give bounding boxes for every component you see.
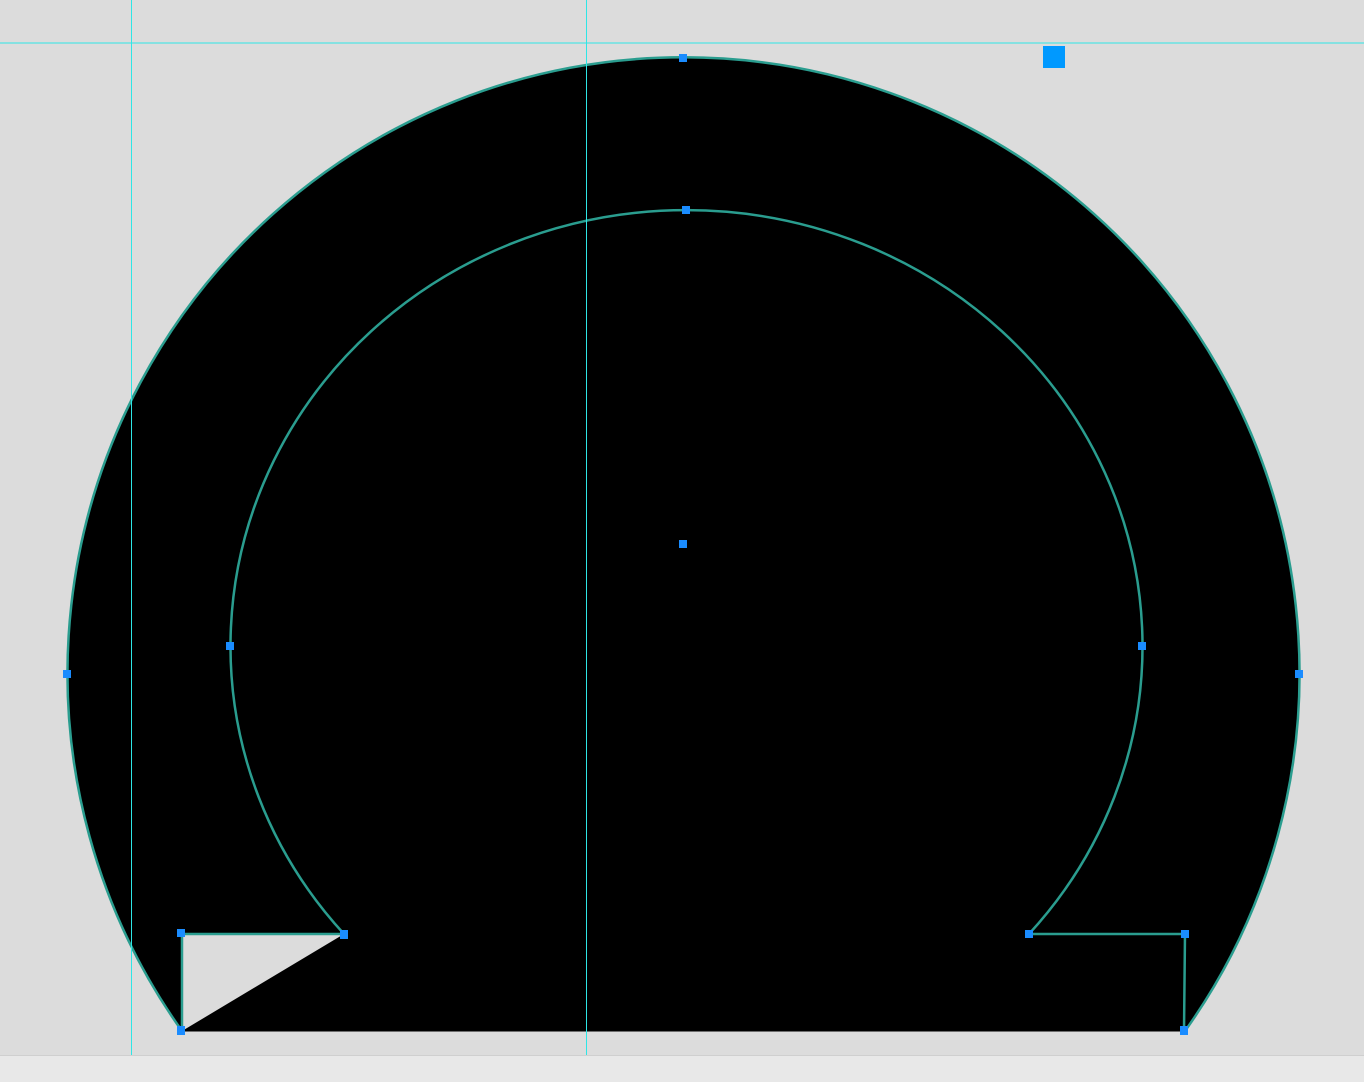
- anchor-icon[interactable]: [1181, 930, 1189, 938]
- anchor-icon[interactable]: [1138, 642, 1146, 650]
- editor-window: [0, 0, 1364, 1082]
- anchor-icon[interactable]: [679, 540, 687, 548]
- canvas-svg: [0, 0, 1364, 1055]
- anchor-icon[interactable]: [1180, 1026, 1188, 1035]
- selection-widget-icon[interactable]: [1043, 46, 1065, 68]
- anchor-icon[interactable]: [679, 54, 687, 62]
- anchor-icon[interactable]: [177, 1026, 185, 1035]
- anchor-icon[interactable]: [1025, 930, 1033, 938]
- drawing-canvas[interactable]: [0, 0, 1364, 1055]
- anchor-icon[interactable]: [1295, 670, 1303, 678]
- anchor-icon[interactable]: [63, 670, 71, 678]
- status-bar: [0, 1055, 1364, 1082]
- anchor-icon[interactable]: [682, 206, 690, 214]
- anchor-icon[interactable]: [226, 642, 234, 650]
- anchor-icon[interactable]: [340, 930, 348, 939]
- anchor-icon[interactable]: [177, 929, 185, 937]
